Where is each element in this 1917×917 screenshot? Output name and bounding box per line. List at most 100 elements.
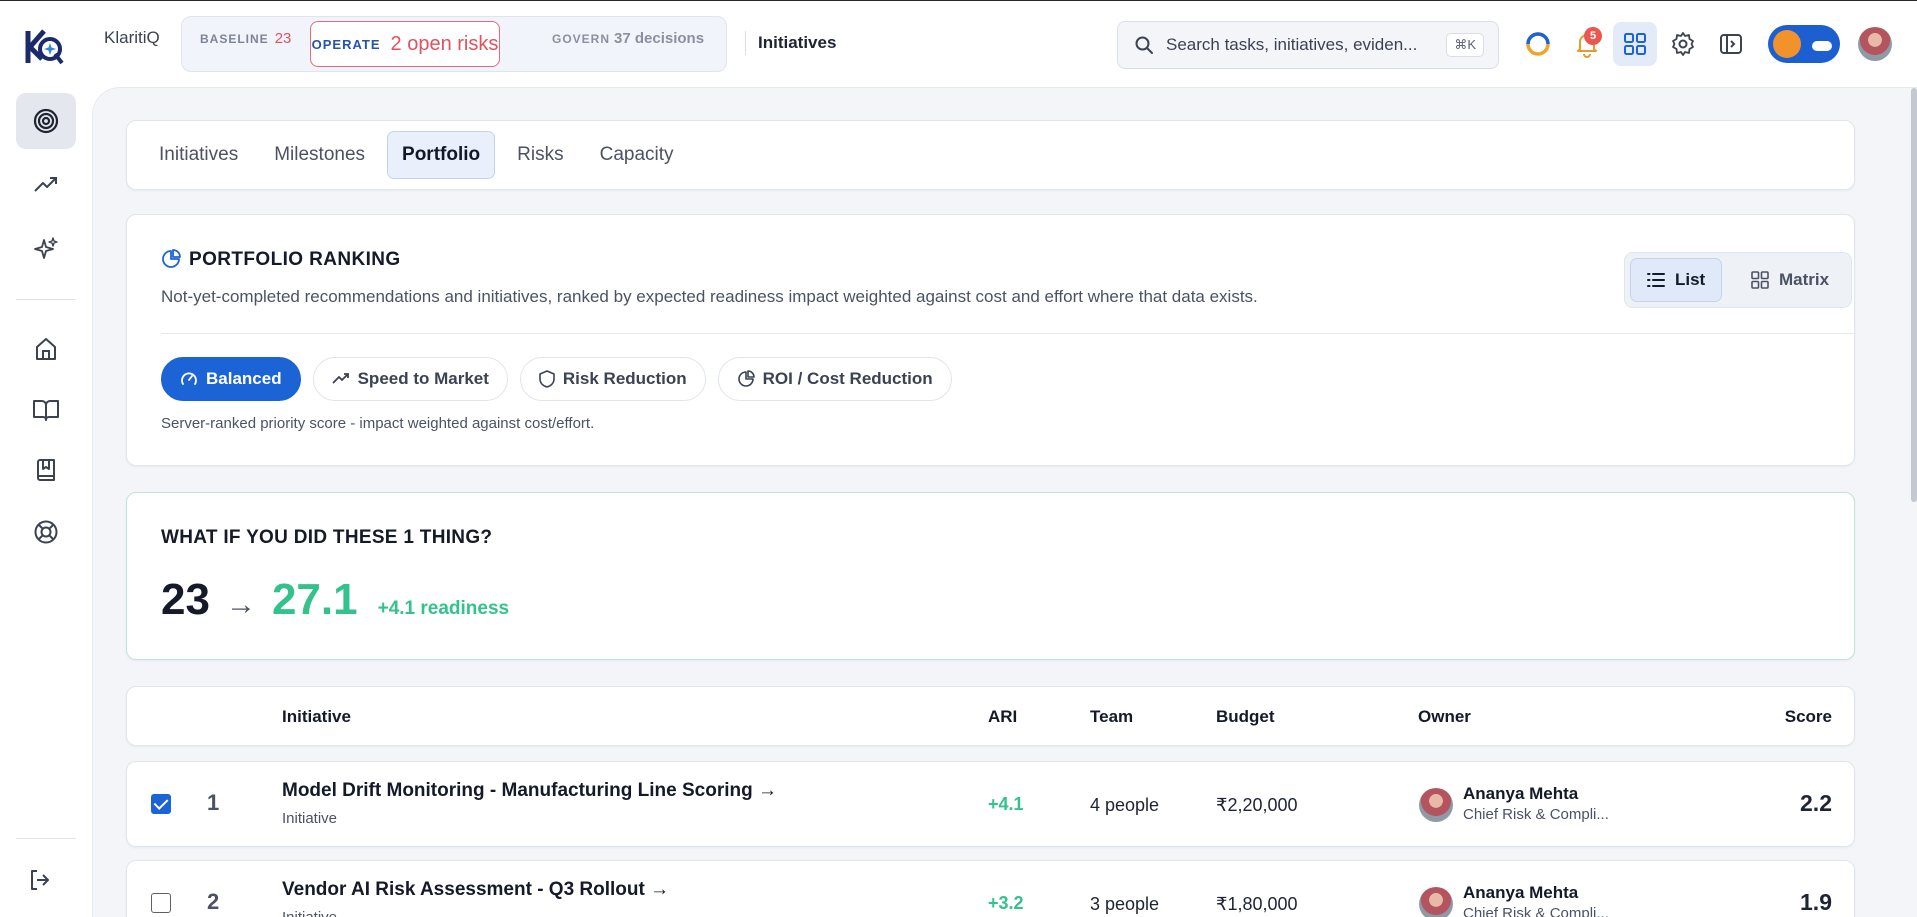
phase-status-group: BASELINE 23 OPERATE 2 open risks GOVERN 37… [181, 16, 727, 72]
row-ari: +3.2 [988, 893, 1024, 913]
shield-icon [539, 370, 555, 388]
phase-govern-label: GOVERN [552, 32, 611, 46]
theme-toggle[interactable] [1768, 25, 1840, 63]
trending-up-icon [34, 177, 57, 192]
tab-risks[interactable]: Risks [503, 132, 577, 178]
row-owner-role: Chief Risk & Compli... [1463, 905, 1609, 917]
matrix-view-button[interactable]: Matrix [1735, 258, 1845, 302]
search-icon [1135, 36, 1153, 54]
strategy-chips: Balanced Speed to Market Risk Reduction [161, 357, 952, 401]
readiness-projected: 27.1 [271, 575, 358, 624]
strategy-roi-chip[interactable]: ROI / Cost Reduction [717, 357, 952, 401]
list-view-button[interactable]: List [1630, 258, 1723, 302]
user-avatar[interactable] [1858, 27, 1892, 61]
sidebar-divider-bottom [16, 838, 76, 839]
gauge-icon [181, 372, 197, 385]
sidebar [0, 87, 92, 917]
row-team: 3 people [1090, 894, 1160, 914]
strategy-risk-label: Risk Reduction [562, 369, 687, 388]
row-score: 1.9 [1800, 889, 1832, 915]
row-budget: ₹2,20,000 [1216, 795, 1298, 815]
row-owner-name: Ananya Mehta [1463, 883, 1579, 902]
main-content: Initiatives Milestones Portfolio Risks C… [92, 87, 1917, 917]
section-tabs: Initiatives Milestones Portfolio Risks C… [126, 120, 1855, 190]
sidebar-item-library[interactable] [16, 443, 76, 499]
pie-chart-icon [162, 249, 181, 268]
trending-up-icon [331, 373, 349, 384]
apps-grid-button[interactable] [1613, 22, 1657, 66]
row-owner-role: Chief Risk & Compli... [1463, 806, 1609, 823]
cloud-icon [1812, 41, 1832, 51]
sidebar-item-docs[interactable] [16, 382, 76, 438]
tab-capacity[interactable]: Capacity [586, 132, 688, 178]
sidebar-item-support[interactable] [16, 504, 76, 560]
search-shortcut-badge: ⌘K [1446, 33, 1484, 57]
search-input[interactable]: Search tasks, initiatives, eviden... [1166, 35, 1446, 55]
column-score[interactable]: Score [1785, 707, 1832, 727]
page-context-title: Initiatives [758, 33, 837, 52]
row-ari: +4.1 [988, 794, 1024, 814]
sidebar-divider [16, 299, 76, 300]
progress-ring-icon[interactable] [1525, 31, 1551, 57]
logout-icon [31, 870, 49, 890]
sidebar-item-ai[interactable] [16, 221, 76, 277]
scrollbar[interactable] [1911, 88, 1917, 502]
strategy-roi-label: ROI / Cost Reduction [762, 369, 933, 388]
row-select-checkbox[interactable] [151, 893, 171, 913]
grid-icon [1624, 33, 1646, 55]
strategy-balanced-label: Balanced [206, 369, 282, 388]
row-select-checkbox[interactable] [151, 794, 171, 814]
ranking-title: PORTFOLIO RANKING [189, 249, 401, 270]
gear-icon[interactable] [1670, 31, 1696, 57]
notification-count-badge: 5 [1584, 27, 1602, 45]
column-budget[interactable]: Budget [1216, 707, 1275, 727]
avatar [1419, 788, 1453, 822]
header-divider [745, 31, 746, 55]
tab-milestones[interactable]: Milestones [260, 132, 379, 178]
column-owner[interactable]: Owner [1418, 707, 1471, 727]
row-rank: 1 [207, 790, 220, 815]
global-search[interactable]: Search tasks, initiatives, eviden... ⌘K [1117, 21, 1499, 69]
book-open-icon [33, 400, 59, 421]
table-row[interactable]: 1 Model Drift Monitoring - Manufacturing… [126, 761, 1855, 847]
list-icon [1647, 273, 1665, 287]
bookmark-book-icon [37, 459, 55, 481]
readiness-current: 23 [161, 575, 210, 624]
row-owner-name: Ananya Mehta [1463, 784, 1579, 803]
strategy-speed-label: Speed to Market [357, 369, 489, 388]
list-view-label: List [1675, 270, 1706, 289]
table-row[interactable]: 2 Vendor AI Risk Assessment - Q3 Rollout… [126, 860, 1855, 917]
home-icon [36, 338, 56, 360]
row-team: 4 people [1090, 795, 1160, 815]
phase-baseline[interactable]: BASELINE 23 [200, 30, 291, 47]
tab-initiatives[interactable]: Initiatives [145, 132, 252, 178]
sidebar-toggle-icon[interactable] [1718, 31, 1744, 57]
phase-operate-value: 2 open risks [390, 32, 499, 55]
sparkles-icon [34, 237, 58, 259]
row-rank: 2 [207, 889, 220, 914]
row-initiative-link[interactable]: Model Drift Monitoring - Manufacturing L… [282, 780, 777, 802]
column-ari[interactable]: ARI [988, 707, 1017, 727]
sidebar-item-home[interactable] [16, 321, 76, 377]
what-if-values: 23 → 27.1 +4.1 readiness [161, 575, 509, 625]
column-initiative[interactable]: Initiative [282, 707, 351, 727]
strategy-risk-chip[interactable]: Risk Reduction [519, 357, 706, 401]
phase-govern-value: 37 decisions [614, 30, 705, 47]
phase-operate[interactable]: OPERATE 2 open risks [310, 21, 500, 67]
sidebar-item-trends[interactable] [16, 157, 76, 213]
sidebar-item-target[interactable] [16, 93, 76, 149]
row-initiative-link[interactable]: Vendor AI Risk Assessment - Q3 Rollout → [282, 879, 669, 901]
tab-portfolio[interactable]: Portfolio [387, 131, 496, 179]
what-if-title: WHAT IF YOU DID THESE 1 THING? [161, 527, 493, 548]
strategy-balanced-chip[interactable]: Balanced [161, 357, 301, 401]
sidebar-item-logout[interactable] [10, 852, 70, 908]
row-type: Initiative [282, 909, 337, 917]
grid-icon [1751, 271, 1769, 289]
ranking-description: Not-yet-completed recommendations and in… [161, 287, 1258, 306]
klaritiq-logo-icon[interactable] [22, 25, 66, 69]
sun-icon [1773, 30, 1801, 58]
column-team[interactable]: Team [1090, 707, 1133, 727]
strategy-speed-chip[interactable]: Speed to Market [312, 357, 508, 401]
phase-govern[interactable]: GOVERN 37 decisions [552, 30, 704, 47]
phase-baseline-label: BASELINE [200, 32, 269, 46]
